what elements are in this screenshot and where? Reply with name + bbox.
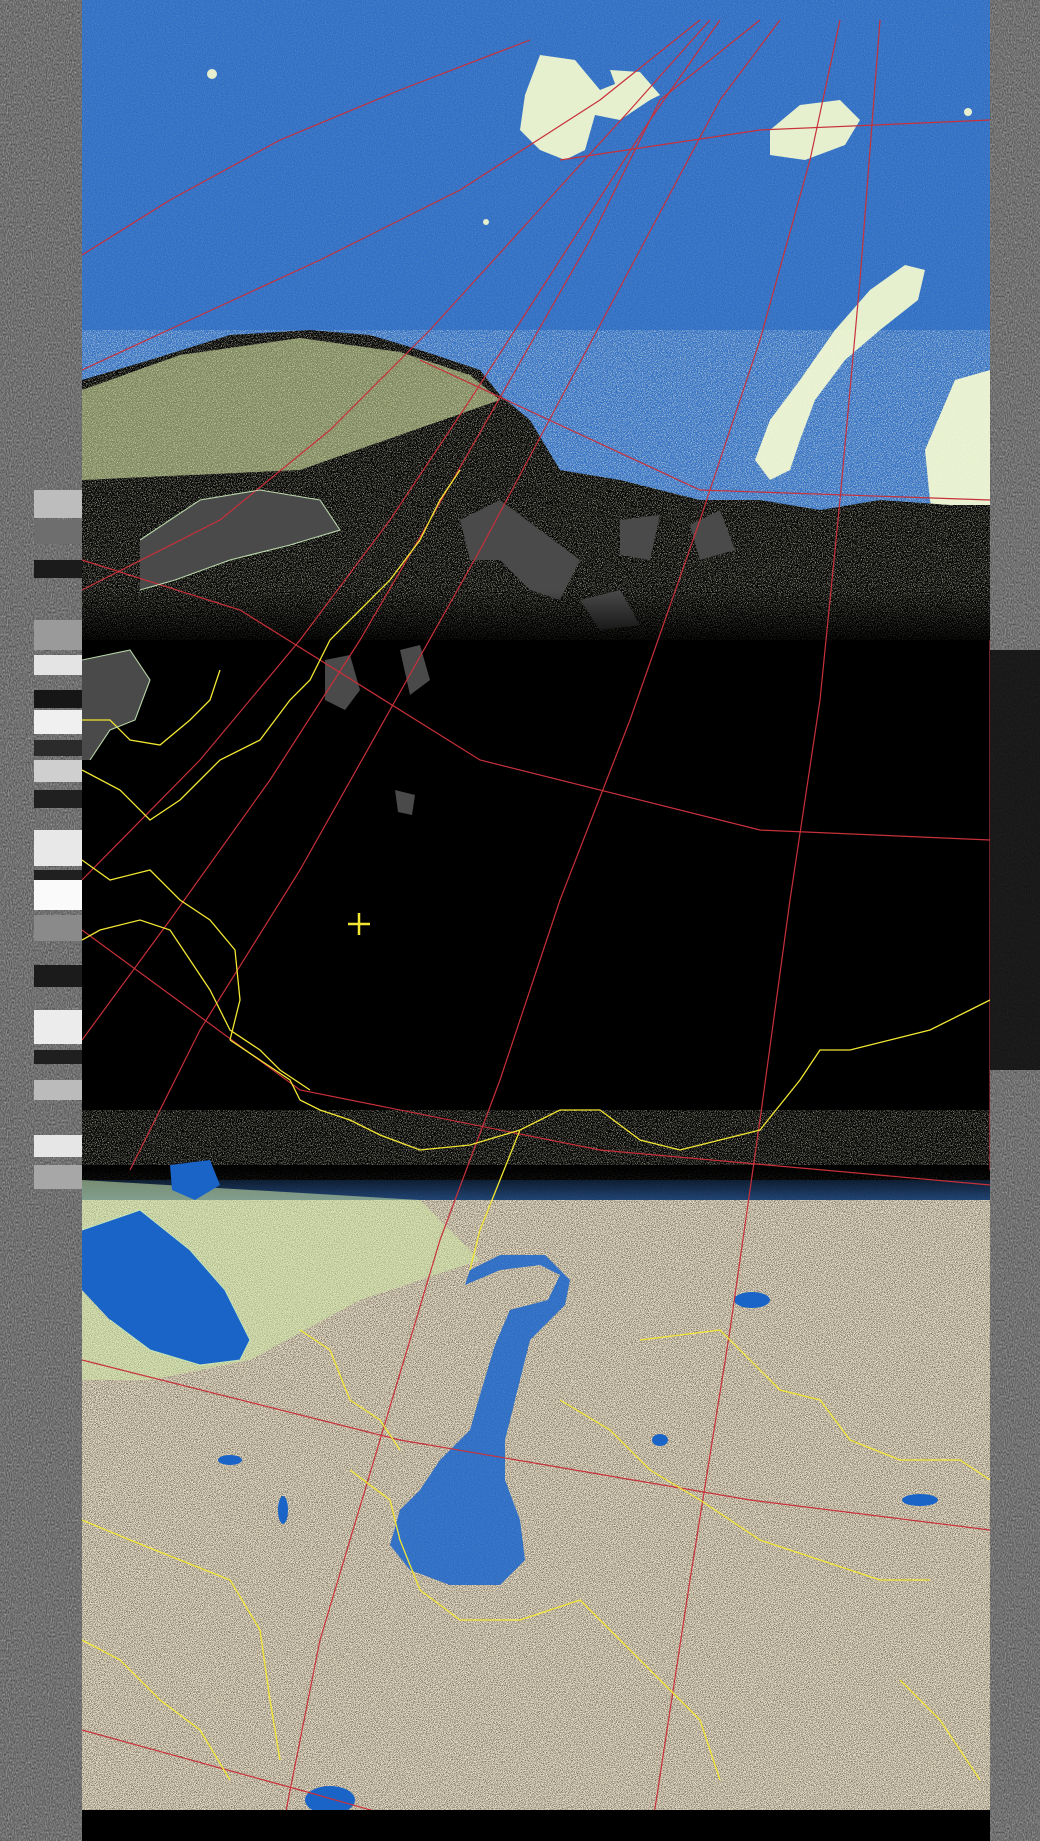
satellite-image bbox=[0, 0, 1040, 1841]
night-band bbox=[82, 640, 990, 1110]
telemetry-strip-left bbox=[0, 0, 82, 1841]
telemetry-strip-right bbox=[990, 0, 1040, 1841]
map-area bbox=[82, 0, 990, 1810]
